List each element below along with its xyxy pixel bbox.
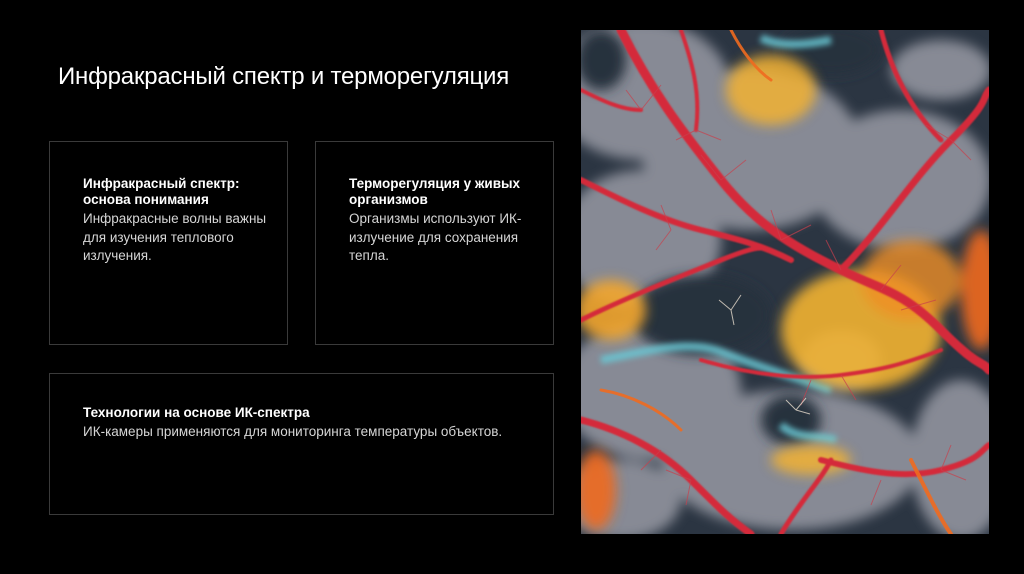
card-thermoregulation: Терморегуляция у живых организмов Органи… — [315, 141, 554, 345]
slide-title: Инфракрасный спектр и терморегуляция — [58, 63, 510, 90]
card-body: ИК-камеры применяются для мониторинга те… — [83, 424, 503, 439]
card-heading: Терморегуляция у живых организмов — [349, 176, 521, 207]
card-body: Организмы используют ИК-излучение для со… — [349, 211, 522, 263]
card-heading: Инфракрасный спектр: основа понимания — [83, 176, 240, 207]
card-body: Инфракрасные волны важны для изучения те… — [83, 211, 267, 263]
card-infrared-spectrum: Инфракрасный спектр: основа понимания Ин… — [49, 141, 288, 345]
card-heading: Технологии на основе ИК-спектра — [83, 405, 310, 420]
thermal-vein-illustration — [581, 30, 989, 534]
thermal-vein-image — [581, 30, 989, 534]
card-ir-technologies: Технологии на основе ИК-спектра ИК-камер… — [49, 373, 554, 515]
